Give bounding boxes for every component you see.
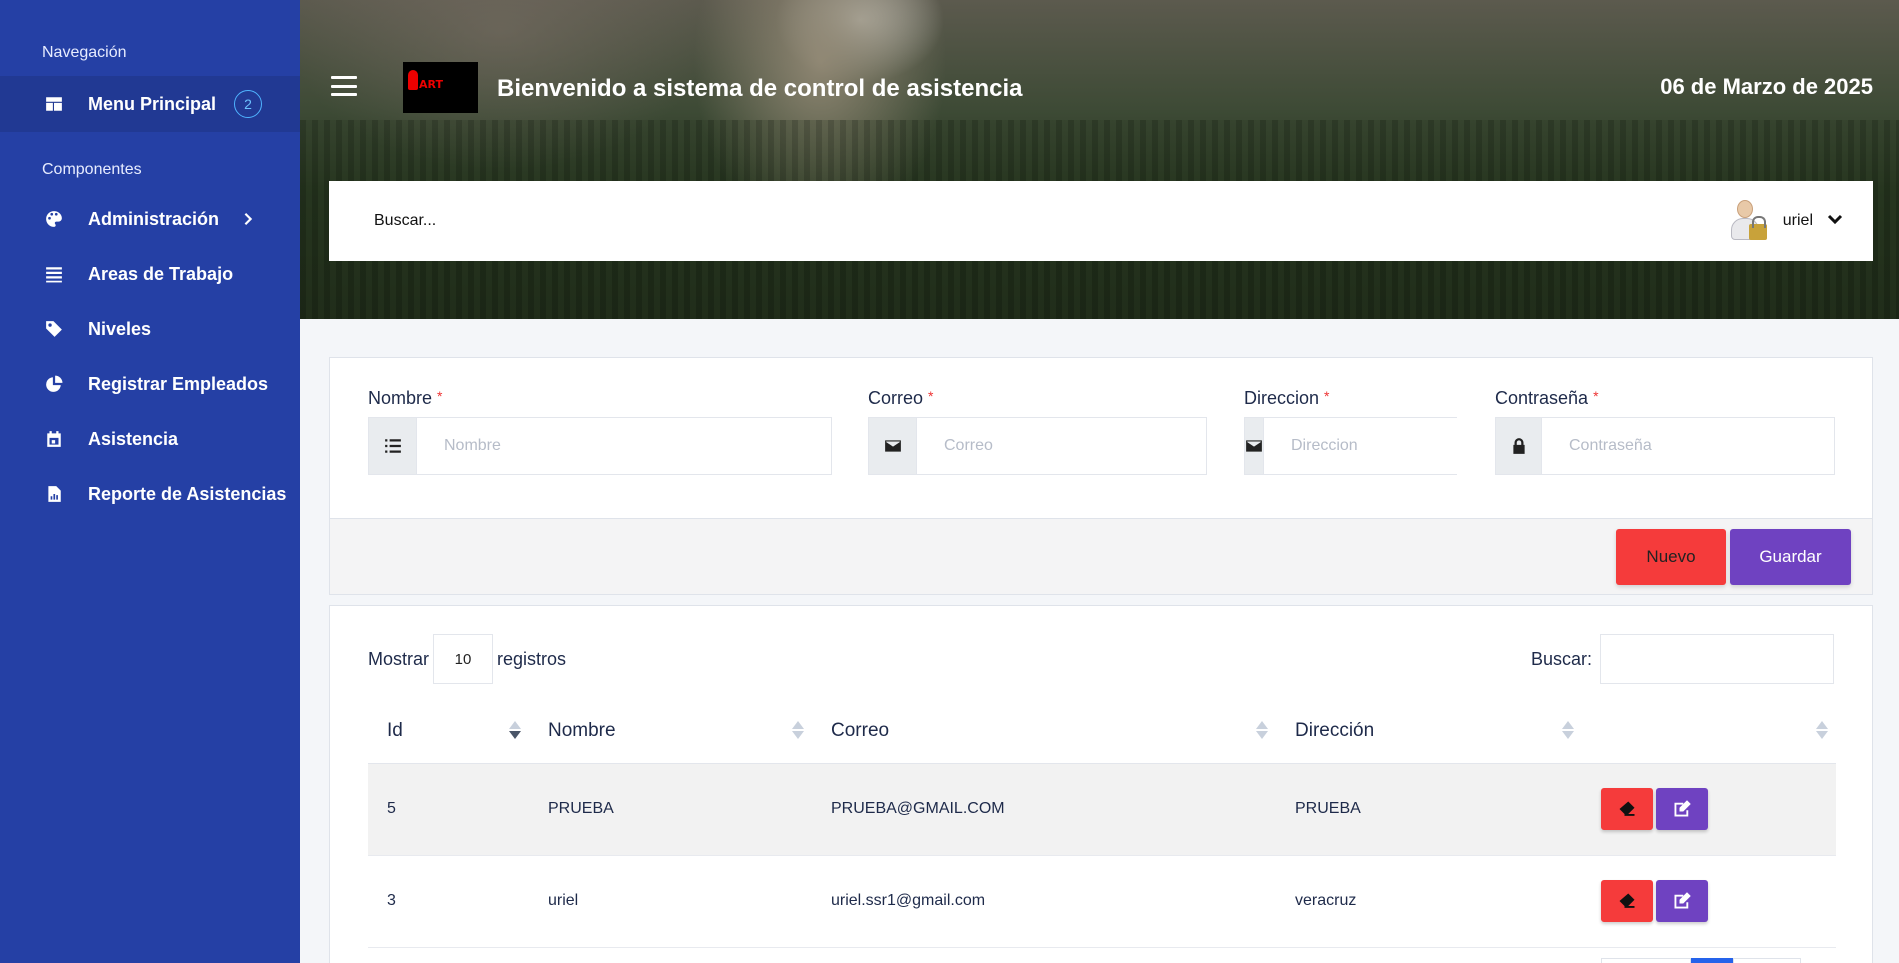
column-header-actions[interactable]: [1582, 699, 1836, 764]
chevron-right-icon: [241, 212, 255, 226]
column-header-id[interactable]: Id: [368, 699, 529, 764]
nombre-label: Nombre *: [368, 388, 443, 408]
correo-input[interactable]: [917, 418, 1206, 474]
list-icon: [44, 264, 64, 284]
sidebar-item-label: Areas de Trabajo: [88, 263, 234, 284]
tag-icon: [44, 319, 64, 339]
sidebar-section-navegacion: Navegación: [42, 44, 127, 61]
cell-direccion: veracruz: [1276, 855, 1582, 948]
direccion-input[interactable]: [1264, 418, 1498, 474]
sidebar: Navegación Menu Principal 2 Componentes …: [0, 0, 300, 963]
edit-button[interactable]: [1656, 788, 1708, 830]
direccion-field-group: Direccion *: [1244, 388, 1498, 475]
eraser-icon: [1619, 893, 1635, 908]
app-logo: ART: [403, 62, 478, 113]
page-title: Bienvenido a sistema de control de asist…: [497, 75, 1023, 102]
user-lock-avatar-icon: [1727, 198, 1769, 244]
palette-icon: [44, 209, 64, 229]
chevron-down-icon: [1827, 211, 1843, 232]
sidebar-item-label: Menu Principal: [88, 93, 217, 114]
sidebar-item-asistencia[interactable]: Asistencia: [0, 411, 300, 467]
sidebar-item-label: Registrar Empleados: [88, 373, 269, 394]
delete-button[interactable]: [1601, 880, 1653, 922]
delete-button[interactable]: [1601, 788, 1653, 830]
cell-id: 3: [368, 855, 529, 948]
lock-icon: [1496, 418, 1542, 474]
table-search: Buscar:: [1531, 634, 1834, 684]
pagination[interactable]: [1601, 958, 1801, 963]
edit-icon: [1674, 892, 1691, 909]
sort-icon: [1256, 721, 1268, 739]
edit-icon: [1674, 800, 1691, 817]
table-row: 3 uriel uriel.ssr1@gmail.com veracruz: [368, 855, 1836, 948]
nombre-input[interactable]: [417, 418, 831, 474]
contrasena-input[interactable]: [1542, 418, 1834, 474]
header-banner: [300, 0, 1899, 319]
eraser-icon: [1619, 801, 1635, 816]
records-label: registros: [497, 648, 567, 669]
show-label: Mostrar: [368, 648, 430, 669]
contrasena-label: Contraseña *: [1495, 388, 1599, 408]
sidebar-item-areas-de-trabajo[interactable]: Areas de Trabajo: [0, 246, 300, 302]
sidebar-item-niveles[interactable]: Niveles: [0, 301, 300, 357]
dashboard-icon: [44, 94, 64, 114]
cell-nombre: uriel: [529, 855, 812, 948]
direccion-label: Direccion *: [1244, 388, 1330, 408]
sidebar-item-label: Niveles: [88, 318, 152, 339]
sort-icon: [509, 721, 521, 739]
sort-icon: [792, 721, 804, 739]
hamburger-menu-button[interactable]: [331, 76, 357, 96]
sort-icon: [1562, 721, 1574, 739]
username-label: uriel: [1782, 212, 1813, 229]
sidebar-section-componentes: Componentes: [42, 161, 142, 178]
cell-actions: [1582, 855, 1836, 948]
list-icon: [369, 418, 417, 474]
employees-table-card: Mostrar 10 registros Buscar: Id Nombre C…: [329, 605, 1873, 963]
cell-direccion: PRUEBA: [1276, 763, 1582, 856]
top-search-bar: Buscar... uriel: [329, 181, 1873, 261]
envelope-icon: [1245, 418, 1264, 474]
table-row: 5 PRUEBA PRUEBA@GMAIL.COM PRUEBA: [368, 763, 1836, 856]
pie-chart-icon: [44, 374, 64, 394]
column-header-nombre[interactable]: Nombre: [529, 699, 812, 764]
global-search-input[interactable]: Buscar...: [374, 212, 436, 230]
employee-form: Nombre * Correo * Direccion * Contraseña…: [329, 357, 1873, 595]
sidebar-item-label: Asistencia: [88, 428, 179, 449]
calendar-icon: [44, 429, 64, 449]
cell-id: 5: [368, 763, 529, 856]
user-menu[interactable]: uriel: [1727, 198, 1843, 244]
envelope-icon: [869, 418, 917, 474]
cell-correo: uriel.ssr1@gmail.com: [812, 855, 1276, 948]
current-date: 06 de Marzo de 2025: [1660, 74, 1873, 99]
cell-actions: [1582, 763, 1836, 856]
sidebar-item-menu-principal[interactable]: Menu Principal 2: [0, 76, 300, 132]
column-header-direccion[interactable]: Dirección: [1276, 699, 1582, 764]
sidebar-item-reporte-de-asistencias[interactable]: Reporte de Asistencias: [0, 466, 300, 522]
column-header-correo[interactable]: Correo: [812, 699, 1276, 764]
page-length-control: Mostrar 10 registros: [368, 634, 566, 684]
employees-table: Id Nombre Correo Dirección 5 PRUEBA PRUE…: [368, 699, 1836, 948]
edit-button[interactable]: [1656, 880, 1708, 922]
nombre-field-group: Nombre *: [368, 388, 832, 475]
notification-badge: 2: [234, 90, 263, 118]
page-length-select[interactable]: 10: [433, 634, 494, 684]
sidebar-item-registrar-empleados[interactable]: Registrar Empleados: [0, 356, 300, 412]
sidebar-item-label: Reporte de Asistencias: [88, 483, 287, 504]
contrasena-field-group: Contraseña *: [1495, 388, 1835, 475]
form-footer: Nuevo Guardar: [330, 518, 1872, 594]
report-icon: [44, 484, 64, 504]
sidebar-item-label: Administración: [88, 208, 220, 229]
guardar-button[interactable]: Guardar: [1730, 529, 1851, 585]
correo-field-group: Correo *: [868, 388, 1207, 475]
table-search-label: Buscar:: [1530, 648, 1592, 669]
sidebar-item-administracion[interactable]: Administración: [0, 191, 300, 247]
table-search-input[interactable]: [1600, 634, 1834, 684]
cell-correo: PRUEBA@GMAIL.COM: [812, 763, 1276, 856]
correo-label: Correo *: [868, 388, 934, 408]
cell-nombre: PRUEBA: [529, 763, 812, 856]
nuevo-button[interactable]: Nuevo: [1616, 529, 1726, 585]
sort-icon: [1816, 721, 1828, 739]
